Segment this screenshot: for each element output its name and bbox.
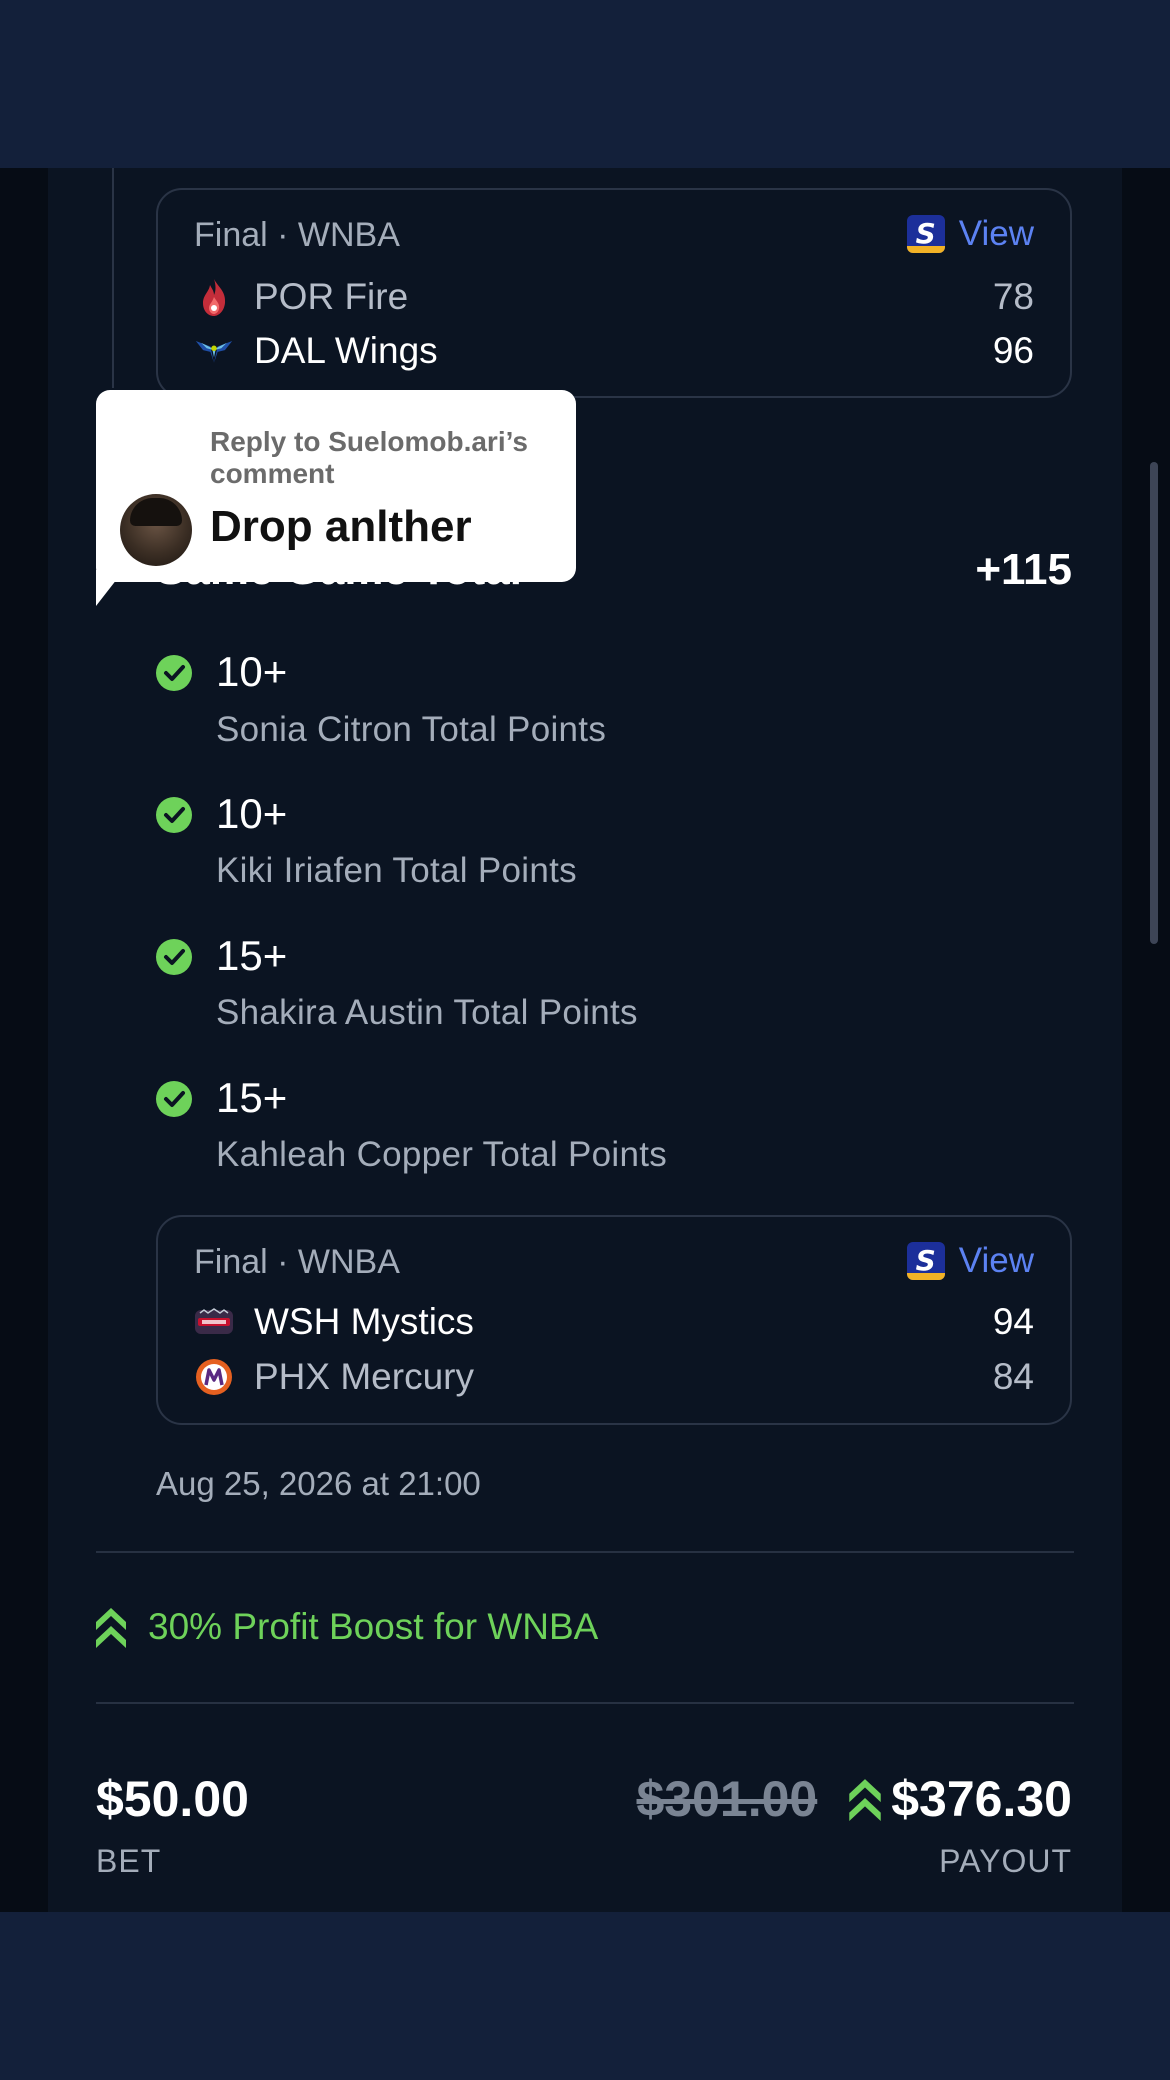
payout-amounts: $301.00 $376.30 [637, 1770, 1073, 1828]
reply-to-label: Reply to Suelomob.ari’s comment [210, 426, 528, 489]
original-payout: $301.00 [636, 1771, 818, 1827]
profit-boost-row: 30% Profit Boost for WNBA [96, 1606, 598, 1648]
leg-value: 10+ [216, 648, 288, 695]
selection-odds: +115 [975, 545, 1072, 594]
wings-logo-icon [194, 331, 234, 371]
top-band [0, 0, 1170, 168]
leg-value: 15+ [216, 932, 288, 979]
mercury-logo-icon [194, 1357, 234, 1397]
team-row: PHX Mercury 84 [194, 1352, 1034, 1402]
profit-boost-label: 30% Profit Boost for WNBA [148, 1606, 599, 1647]
view-link-label: View [958, 214, 1034, 253]
bottom-band [0, 1912, 1170, 2080]
avatar [120, 494, 192, 566]
game-status: Final · WNBA [194, 216, 400, 254]
team-score: 78 [992, 276, 1034, 317]
leg-description: Sonia Citron Total Points [216, 710, 607, 749]
popup-tail [96, 570, 124, 606]
view-game-link[interactable]: S View [906, 214, 1034, 254]
team-name: PHX Mercury [254, 1356, 474, 1397]
team-name: WSH Mystics [254, 1301, 474, 1342]
check-circle-icon [156, 797, 192, 833]
reply-comment-popup[interactable]: Reply to Suelomob.ari’s comment Drop anl… [96, 390, 576, 582]
team-row: DAL Wings 96 [194, 326, 1034, 376]
team-score: 84 [992, 1356, 1034, 1397]
game-score-box: Final · WNBA S View WSH Mystics 94 PHX M… [156, 1215, 1072, 1425]
scrollbar[interactable] [1150, 462, 1158, 944]
team-row: WSH Mystics 94 [194, 1297, 1034, 1347]
game-score-box: Final · WNBA S View POR Fire 78 DAL Wing… [156, 188, 1072, 398]
team-score: 96 [992, 330, 1034, 371]
bet-amount: $50.00 [96, 1771, 249, 1827]
team-name: DAL Wings [254, 330, 438, 371]
leg-value: 15+ [216, 1074, 288, 1121]
reply-text: Drop anlther [210, 502, 472, 551]
view-link-label: View [958, 1241, 1034, 1280]
check-circle-icon [156, 939, 192, 975]
leg-value: 10+ [216, 790, 288, 837]
leg-connector-line [112, 168, 114, 388]
divider [96, 1551, 1074, 1553]
boosted-payout: $376.30 [891, 1771, 1072, 1827]
team-row: POR Fire 78 [194, 272, 1034, 322]
leg-description: Kiki Iriafen Total Points [216, 851, 577, 890]
sportsbook-s-logo-icon: S [906, 215, 945, 253]
check-circle-icon [156, 1081, 192, 1117]
mystics-logo-icon [194, 1302, 234, 1342]
sportsbook-s-logo-icon: S [906, 1242, 945, 1280]
team-score: 94 [992, 1301, 1034, 1342]
check-circle-icon [156, 655, 192, 691]
bet-label: BET [96, 1843, 162, 1879]
team-name: POR Fire [254, 276, 409, 317]
game-status: Final · WNBA [194, 1243, 400, 1281]
payout-label: PAYOUT [939, 1843, 1072, 1879]
leg-description: Kahleah Copper Total Points [216, 1135, 668, 1174]
leg-description: Shakira Austin Total Points [216, 993, 638, 1032]
view-game-link[interactable]: S View [906, 1241, 1034, 1281]
double-chevron-up-icon [849, 1779, 881, 1821]
divider [96, 1702, 1074, 1704]
fire-logo-icon [194, 277, 234, 317]
bet-timestamp: Aug 25, 2026 at 21:00 [156, 1465, 481, 1502]
double-chevron-up-icon [96, 1608, 126, 1648]
